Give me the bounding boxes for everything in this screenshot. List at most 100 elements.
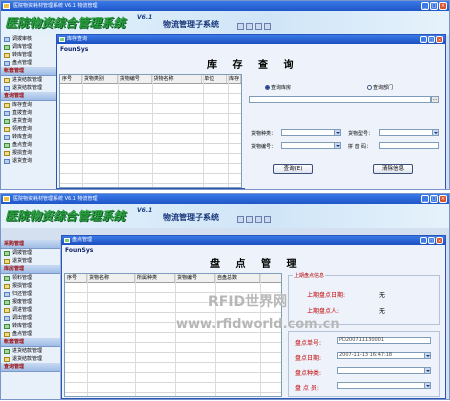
sidebar-item[interactable]: 退货查询 <box>1 157 60 165</box>
sidebar-item[interactable]: 退货管理 <box>1 257 60 265</box>
maximize-button[interactable]: □ <box>430 195 438 203</box>
sidebar-item-label: 调进管理 <box>12 307 33 313</box>
sidebar-item[interactable]: 报废管理 <box>1 298 60 306</box>
model-select[interactable] <box>379 129 439 136</box>
grid-icon[interactable] <box>246 216 253 223</box>
radio-warehouse[interactable]: 查询库房 <box>265 84 291 91</box>
close-button[interactable]: × <box>439 2 447 10</box>
sidebar-section-header[interactable]: 库房管理 <box>1 265 60 274</box>
inventory-table[interactable]: 序号 货物类别 货物编号 货物名称 单位 库存 <box>59 74 242 188</box>
stocktake-staff-select[interactable] <box>337 382 431 389</box>
last-person-label: 上期盘点人: <box>307 308 340 315</box>
sidebar-item[interactable]: 调进管理 <box>1 306 60 314</box>
sidebar-item[interactable]: 报损管理 <box>1 282 60 290</box>
sidebar-item[interactable]: 归还管理 <box>1 290 60 298</box>
column-header[interactable]: 货物名称 <box>87 274 135 282</box>
clear-button[interactable]: 清除信息 <box>373 164 413 174</box>
column-header[interactable]: 库存 <box>227 75 241 83</box>
lock-icon[interactable] <box>264 216 271 223</box>
sidebar-item[interactable]: 调出管理 <box>1 314 60 322</box>
window-icon[interactable] <box>237 23 244 30</box>
table-body[interactable] <box>65 283 281 396</box>
code-select[interactable] <box>281 142 341 149</box>
sidebar-item[interactable]: 转库管理 <box>1 51 60 59</box>
lock-icon[interactable] <box>264 23 271 30</box>
column-header[interactable]: 货物名称 <box>152 75 203 83</box>
stocktake-no-field[interactable]: PD200711130001 <box>337 337 431 344</box>
chevron-down-icon[interactable] <box>334 130 340 135</box>
sidebar-item[interactable]: 报损查询 <box>1 149 60 157</box>
chevron-down-icon[interactable] <box>334 143 340 148</box>
folder-icon <box>4 283 10 289</box>
stocktake-no-label: 盘点单号: <box>295 340 322 347</box>
pinyin-input[interactable] <box>379 142 439 149</box>
maximize-button[interactable]: □ <box>430 2 438 10</box>
table-body[interactable] <box>60 84 241 187</box>
sidebar-item[interactable]: 转库查询 <box>1 133 60 141</box>
sidebar-item[interactable]: 进货查询 <box>1 117 60 125</box>
sidebar-item[interactable]: 盘点管理 <box>1 59 60 67</box>
chevron-down-icon[interactable] <box>424 383 430 388</box>
folder-icon <box>4 323 10 329</box>
grid-icon[interactable] <box>246 23 253 30</box>
sidebar-item[interactable]: 进货结款管理 <box>1 76 60 84</box>
column-header[interactable]: 序号 <box>60 75 82 83</box>
sidebar-item[interactable]: 盘点管理 <box>1 330 60 338</box>
list-icon[interactable] <box>255 216 262 223</box>
list-icon[interactable] <box>255 23 262 30</box>
window-maximize-button[interactable]: □ <box>428 36 435 43</box>
column-header[interactable]: 单位 <box>202 75 228 83</box>
minimize-button[interactable]: _ <box>421 2 429 10</box>
chevron-down-icon[interactable] <box>432 130 438 135</box>
window-minimize-button[interactable]: _ <box>420 237 427 244</box>
column-header[interactable]: 所属种类 <box>135 274 175 282</box>
browse-button[interactable]: ... <box>431 96 439 103</box>
sidebar-item-label: 调出管理 <box>12 315 33 321</box>
stocktake-kind-select[interactable] <box>337 367 431 374</box>
stocktake-date-picker[interactable]: 2007-11-13 16:47:18 <box>337 352 431 359</box>
column-header[interactable]: 货物编号 <box>175 274 215 282</box>
sidebar-item[interactable]: 直拨查询 <box>1 109 60 117</box>
sidebar-section-header[interactable]: 查询管理 <box>1 92 60 101</box>
sidebar-item[interactable]: 退货结款管理 <box>1 355 60 363</box>
sidebar-item[interactable]: 退货结款管理 <box>1 84 60 92</box>
target-select-field[interactable] <box>249 96 431 103</box>
column-header[interactable]: 自盘总数 <box>215 274 260 282</box>
radio-department[interactable]: 查询部门 <box>367 84 393 91</box>
window-title-bar: 库存查询 _ □ × <box>57 35 445 44</box>
sidebar-item[interactable]: 调库管理 <box>1 43 60 51</box>
category-select[interactable] <box>281 129 341 136</box>
chevron-down-icon[interactable] <box>424 368 430 373</box>
query-button[interactable]: 查询(E) <box>273 164 313 174</box>
chevron-down-icon[interactable] <box>424 353 430 358</box>
sidebar: 调拨审核 调库管理 转库管理 盘点管理 帐套管理 进货结款管理 退货结款管理 查询管理 库存查询… <box>1 35 61 189</box>
sidebar-item[interactable]: 进货结款管理 <box>1 347 60 355</box>
minimize-button[interactable]: _ <box>421 195 429 203</box>
window-close-button[interactable]: × <box>436 237 443 244</box>
sidebar-section-header[interactable]: 帐套管理 <box>1 67 60 76</box>
sidebar-item[interactable]: 盘点查询 <box>1 141 60 149</box>
window-maximize-button[interactable]: □ <box>428 237 435 244</box>
window-close-button[interactable]: × <box>436 36 443 43</box>
sidebar-section-header[interactable]: 查询管理 <box>1 363 60 372</box>
close-button[interactable]: × <box>439 195 447 203</box>
sidebar-section-header[interactable]: 帐套管理 <box>1 338 60 347</box>
folder-icon <box>4 348 10 354</box>
window-minimize-button[interactable]: _ <box>420 36 427 43</box>
folder-icon <box>4 110 10 116</box>
column-header[interactable]: 货物类别 <box>82 75 118 83</box>
sidebar-item[interactable]: 转库管理 <box>1 322 60 330</box>
radio-dot[interactable] <box>367 85 372 90</box>
column-header[interactable]: 序号 <box>65 274 87 282</box>
pinyin-label: 拼 音 码： <box>348 144 372 150</box>
radio-dot[interactable] <box>265 85 270 90</box>
sidebar-item[interactable]: 领用查询 <box>1 125 60 133</box>
sidebar-section-header[interactable]: 采购管理 <box>1 240 60 249</box>
window-icon[interactable] <box>237 216 244 223</box>
column-header[interactable]: 货物编号 <box>118 75 152 83</box>
sidebar-item[interactable]: 调拨管理 <box>1 249 60 257</box>
sidebar-item[interactable]: 库存查询 <box>1 101 60 109</box>
sidebar-item[interactable]: 领料管理 <box>1 274 60 282</box>
stocktake-table[interactable]: 序号 货物名称 所属种类 货物编号 自盘总数 <box>64 273 282 397</box>
sidebar-item[interactable]: 调拨审核 <box>1 35 60 43</box>
